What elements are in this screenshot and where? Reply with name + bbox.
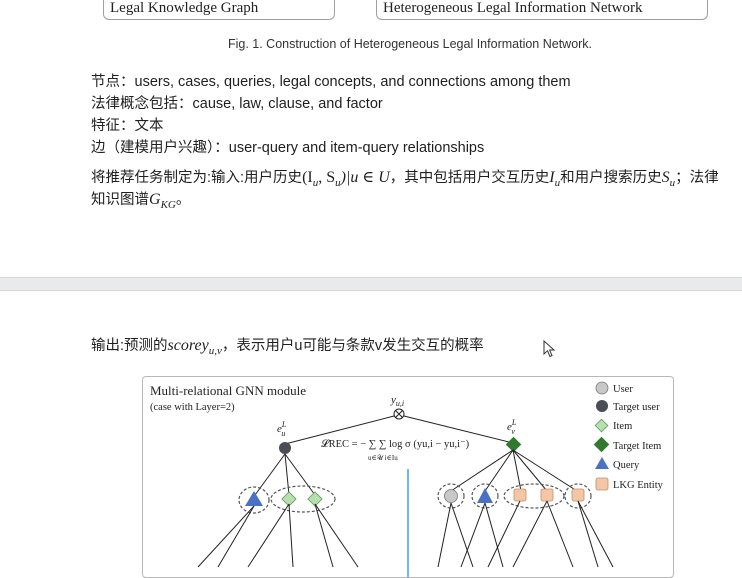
gnn-diagram-svg: Multi-relational GNN module (case with L… bbox=[150, 381, 664, 577]
heterogeneous-network-box: Heterogeneous Legal Information Network bbox=[376, 0, 708, 20]
document-page: Legal Knowledge Graph Heterogeneous Lega… bbox=[0, 0, 742, 578]
output-math-score: scoreyu,v bbox=[167, 337, 222, 358]
legend-item-icon bbox=[594, 418, 609, 433]
task-math-kg: GKG bbox=[149, 191, 176, 212]
output-text-1: 输出:预测的 bbox=[91, 338, 168, 354]
ev-label: eL v bbox=[507, 418, 517, 436]
legend-target-item-icon bbox=[593, 436, 610, 453]
loss-subscripts: u∈𝒰 i∈Iu bbox=[368, 454, 398, 462]
task-text-3: 和用户搜索历史 bbox=[560, 170, 662, 186]
note-nodes: 节点：users, cases, queries, legal concepts… bbox=[91, 74, 571, 90]
legend-item: Item bbox=[613, 421, 632, 432]
eu-label: eL u bbox=[277, 420, 287, 438]
task-math-history: (Iu, Su)|u ∈ U bbox=[302, 169, 390, 190]
legend-target-user: Target user bbox=[613, 402, 660, 413]
query-node bbox=[245, 491, 263, 506]
legal-knowledge-graph-label: Legal Knowledge Graph bbox=[110, 0, 259, 16]
legend-user-icon bbox=[595, 381, 609, 395]
task-definition-line-1: 将推荐任务制定为:输入:用户历史(Iu, Su)|u ∈ U，其中包括用户交互历… bbox=[91, 166, 719, 189]
user-node bbox=[444, 489, 458, 503]
legend: User Target user Item Target Item Query … bbox=[593, 381, 664, 491]
neighbor-group-entities bbox=[503, 483, 565, 509]
diagram-subtitle: (case with Layer=2) bbox=[150, 402, 235, 413]
lower-edges bbox=[197, 500, 614, 568]
neighbor-group-items bbox=[270, 485, 336, 513]
legend-target-user-icon bbox=[596, 400, 608, 412]
task-text-5: 知识图谱 bbox=[91, 192, 149, 208]
legend-entity-icon bbox=[595, 477, 609, 491]
lkg-entity-node bbox=[513, 488, 527, 502]
page-divider bbox=[0, 277, 742, 291]
figure-caption: Fig. 1. Construction of Heterogeneous Le… bbox=[227, 37, 593, 51]
legend-query: Query bbox=[613, 460, 640, 471]
target-user-node bbox=[279, 442, 291, 454]
y-label: yu,i bbox=[390, 394, 404, 408]
item-node bbox=[281, 491, 297, 507]
lkg-entity-node bbox=[540, 488, 554, 502]
item-node bbox=[307, 491, 323, 507]
task-math-search: Su bbox=[661, 169, 676, 190]
task-math-interaction: Iu bbox=[549, 169, 561, 190]
output-text-2: ，表示用户u可能与条款v发生交互的概率 bbox=[221, 338, 484, 354]
task-definition-line-2: 知识图谱GKG。 bbox=[91, 191, 191, 212]
note-edges: 边（建模用户兴趣）：user-query and item-query rela… bbox=[91, 140, 485, 156]
mouse-cursor-icon bbox=[543, 340, 556, 358]
lkg-entity-node bbox=[571, 488, 585, 502]
legal-knowledge-graph-box: Legal Knowledge Graph bbox=[103, 0, 335, 20]
task-text-4: ；法律 bbox=[675, 170, 719, 186]
legend-lkg-entity: LKG Entity bbox=[613, 480, 664, 491]
legend-query-icon bbox=[595, 457, 609, 469]
legend-user: User bbox=[613, 384, 633, 395]
task-text-1: 将推荐任务制定为:输入:用户历史 bbox=[91, 170, 303, 186]
note-legal-concepts: 法律概念包括：cause, law, clause, and factor bbox=[91, 96, 383, 112]
query-node bbox=[477, 488, 493, 503]
output-line: 输出:预测的scoreyu,v，表示用户u可能与条款v发生交互的概率 bbox=[91, 334, 484, 357]
legend-target-item: Target Item bbox=[613, 441, 661, 452]
loss-formula: 𝓛REC = − ∑ ∑ log σ (yu,i − yu,i⁻) bbox=[321, 437, 470, 450]
note-features: 特征：文本 bbox=[91, 118, 164, 134]
heterogeneous-network-label: Heterogeneous Legal Information Network bbox=[383, 0, 643, 16]
diagram-title: Multi-relational GNN module bbox=[150, 383, 306, 398]
gnn-diagram: Multi-relational GNN module (case with L… bbox=[142, 376, 674, 578]
task-text-2: ，其中包括用户交互历史 bbox=[389, 170, 550, 186]
